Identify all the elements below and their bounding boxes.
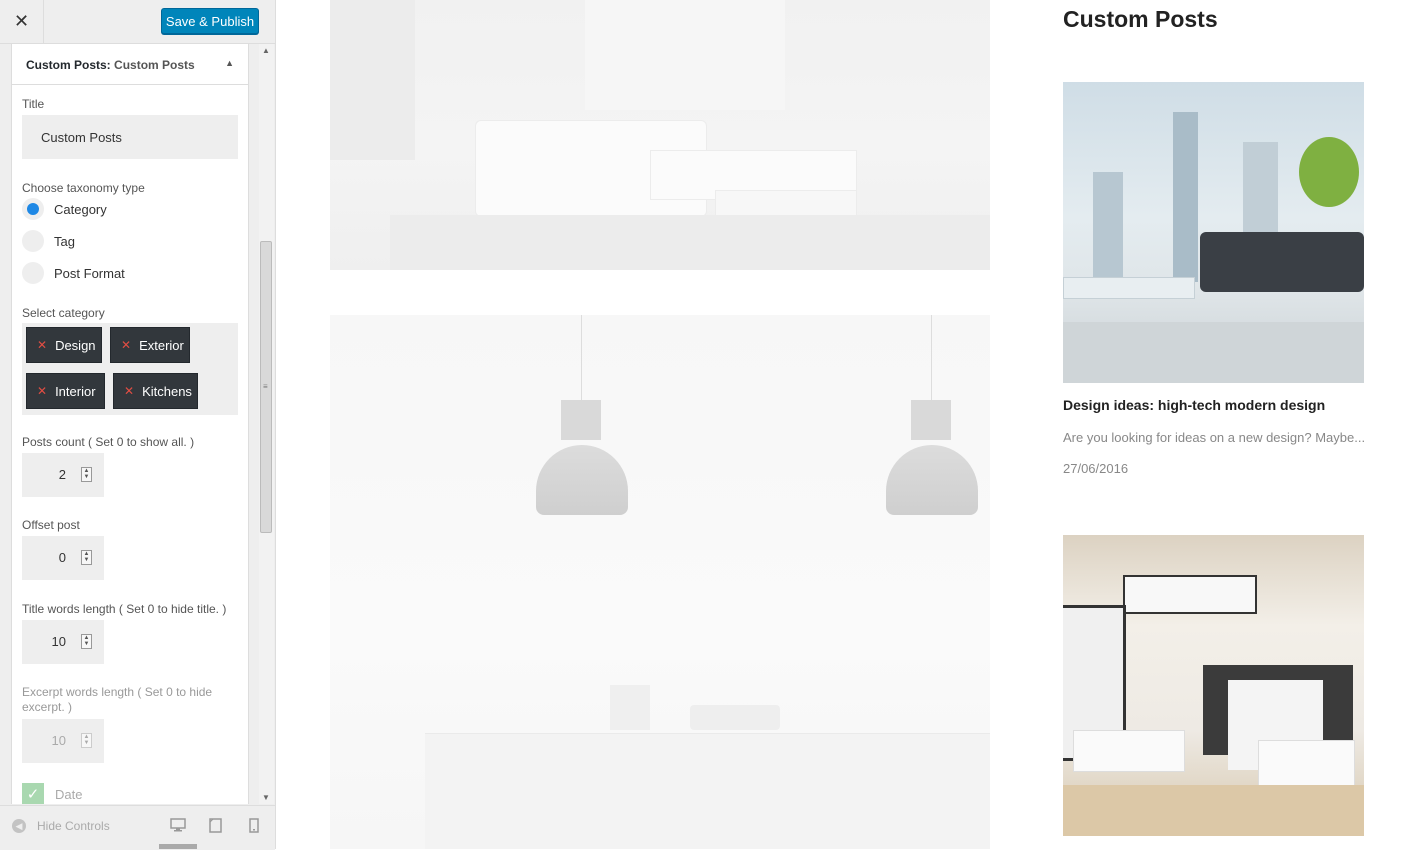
panel-scrollbar[interactable]: ▲ ≡ ▼ bbox=[259, 44, 274, 804]
image-lamp-top bbox=[911, 400, 951, 440]
offset-label: Offset post bbox=[22, 518, 80, 532]
widget-panel: Custom Posts: Custom Posts ▲ Title Custo… bbox=[11, 44, 249, 804]
hero-image-kitchen bbox=[330, 315, 990, 849]
mobile-icon[interactable] bbox=[249, 818, 263, 833]
chip-label: Exterior bbox=[139, 337, 184, 353]
scroll-up-icon[interactable]: ▲ bbox=[262, 46, 270, 55]
image-wall bbox=[330, 0, 415, 160]
image-floor bbox=[1063, 785, 1364, 836]
taxonomy-label: Choose taxonomy type bbox=[22, 181, 145, 195]
image-bottles bbox=[610, 685, 650, 730]
image-glass-table bbox=[1063, 277, 1195, 299]
site-preview: Custom Posts Design ideas: high-tech mod… bbox=[276, 0, 1419, 849]
category-select[interactable]: ✕ Design ✕ Exterior ✕ Interior ✕ Kitchen… bbox=[22, 323, 238, 415]
radio-post-format[interactable]: Post Format bbox=[22, 262, 125, 284]
radio-tag[interactable]: Tag bbox=[22, 230, 75, 252]
section-title-name: Custom Posts bbox=[114, 58, 195, 72]
arrow-left-icon: ◀ bbox=[12, 819, 26, 833]
posts-count-label: Posts count ( Set 0 to show all. ) bbox=[22, 435, 195, 449]
image-building bbox=[1093, 172, 1123, 292]
category-chip: ✕ Kitchens bbox=[113, 373, 198, 409]
widget-title: Custom Posts bbox=[1063, 6, 1218, 32]
scroll-thumb[interactable]: ≡ bbox=[260, 241, 272, 533]
post-title-link[interactable]: Design ideas: high-tech modern design bbox=[1063, 397, 1325, 413]
x-icon[interactable]: ✕ bbox=[121, 338, 131, 352]
radio-category[interactable]: Category bbox=[22, 198, 107, 220]
image-floor bbox=[1063, 322, 1364, 383]
radio-label: Tag bbox=[54, 233, 75, 249]
excerpt-words-label: Excerpt words length ( Set 0 to hide exc… bbox=[22, 685, 213, 714]
active-device-indicator bbox=[159, 844, 197, 849]
offset-value: 0 bbox=[58, 550, 66, 565]
section-header[interactable]: Custom Posts: Custom Posts ▲ bbox=[12, 44, 248, 85]
image-counter bbox=[425, 733, 990, 849]
x-icon[interactable]: ✕ bbox=[37, 384, 47, 398]
posts-count-input[interactable]: 2 ▲ ▼ bbox=[22, 453, 104, 497]
chip-label: Design bbox=[55, 337, 96, 353]
image-building bbox=[1173, 112, 1198, 282]
hero-image-living-room bbox=[330, 0, 990, 270]
title-words-input[interactable]: 10 ▲ ▼ bbox=[22, 620, 104, 664]
excerpt-words-value: 10 bbox=[51, 733, 66, 748]
close-icon[interactable]: ✕ bbox=[0, 0, 44, 43]
image-plant bbox=[1299, 137, 1359, 207]
category-chip: ✕ Design bbox=[26, 327, 102, 363]
image-lamp-top bbox=[561, 400, 601, 440]
grip-icon: ≡ bbox=[263, 382, 268, 391]
spinner-icon[interactable]: ▲ ▼ bbox=[81, 467, 92, 482]
image-floor bbox=[390, 215, 990, 270]
category-chip: ✕ Exterior bbox=[110, 327, 190, 363]
chip-label: Kitchens bbox=[142, 383, 192, 399]
customizer-header: ✕ Save & Publish bbox=[0, 0, 275, 44]
customizer-sidebar: ✕ Save & Publish Custom Posts: Custom Po… bbox=[0, 0, 276, 850]
radio-label: Post Format bbox=[54, 265, 125, 281]
save-publish-button[interactable]: Save & Publish bbox=[161, 8, 259, 34]
post-thumbnail[interactable] bbox=[1063, 82, 1364, 383]
spinner-icon[interactable]: ▲ ▼ bbox=[81, 634, 92, 649]
image-lamp-cord bbox=[581, 315, 582, 405]
customizer-footer: ◀ Hide Controls bbox=[0, 805, 275, 850]
post-excerpt: Are you looking for ideas on a new desig… bbox=[1063, 430, 1366, 445]
date-checkbox[interactable]: ✓ bbox=[22, 783, 44, 804]
image-couch bbox=[1200, 232, 1364, 292]
radio-button[interactable] bbox=[22, 198, 44, 220]
category-label: Select category bbox=[22, 306, 105, 320]
desktop-icon[interactable] bbox=[170, 818, 186, 832]
title-label: Title bbox=[22, 97, 45, 111]
x-icon[interactable]: ✕ bbox=[37, 338, 47, 352]
offset-input[interactable]: 0 ▲ ▼ bbox=[22, 536, 104, 580]
image-sofa bbox=[1073, 730, 1185, 772]
image-lamp-cord bbox=[931, 315, 932, 405]
title-words-label: Title words length ( Set 0 to hide title… bbox=[22, 602, 227, 616]
title-words-value: 10 bbox=[51, 634, 66, 649]
triangle-up-icon[interactable]: ▲ bbox=[225, 58, 234, 68]
section-title: Custom Posts: Custom Posts bbox=[26, 58, 195, 72]
excerpt-words-input[interactable]: 10 ▲ ▼ bbox=[22, 719, 104, 763]
hide-controls-label: Hide Controls bbox=[37, 819, 110, 833]
section-title-prefix: Custom Posts: bbox=[26, 58, 111, 72]
spinner-icon[interactable]: ▲ ▼ bbox=[81, 550, 92, 565]
date-label: Date bbox=[55, 787, 83, 802]
image-lamp-shade bbox=[886, 445, 978, 515]
posts-count-value: 2 bbox=[58, 467, 66, 482]
tablet-icon[interactable] bbox=[209, 818, 223, 833]
hide-controls-button[interactable]: ◀ Hide Controls bbox=[12, 819, 110, 833]
image-skylight bbox=[1123, 575, 1257, 614]
post-thumbnail[interactable] bbox=[1063, 535, 1364, 836]
category-chip: ✕ Interior bbox=[26, 373, 105, 409]
image-lamp-shade bbox=[536, 445, 628, 515]
x-icon[interactable]: ✕ bbox=[124, 384, 134, 398]
radio-button[interactable] bbox=[22, 230, 44, 252]
spinner-icon[interactable]: ▲ ▼ bbox=[81, 733, 92, 748]
image-window bbox=[585, 0, 785, 110]
radio-label: Category bbox=[54, 201, 107, 217]
title-input[interactable]: Custom Posts bbox=[22, 115, 238, 159]
radio-button[interactable] bbox=[22, 262, 44, 284]
scroll-down-icon[interactable]: ▼ bbox=[262, 793, 270, 802]
chip-label: Interior bbox=[55, 383, 96, 399]
image-pots bbox=[690, 705, 780, 730]
post-date: 27/06/2016 bbox=[1063, 461, 1129, 476]
